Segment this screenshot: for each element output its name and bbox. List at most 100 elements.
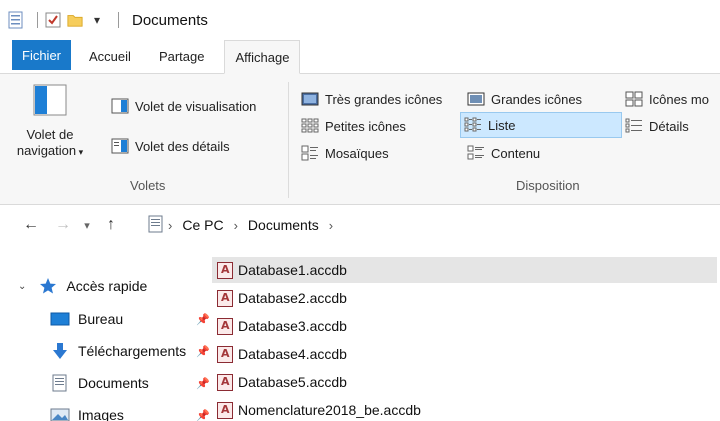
quick-access-label: Accès rapide	[66, 278, 148, 294]
file-name: Database4.accdb	[238, 346, 347, 362]
images-label: Images	[78, 407, 124, 421]
navigation-pane-button[interactable]: Volet de navigation ▾	[10, 84, 90, 169]
details-pane-icon	[111, 138, 129, 154]
download-icon	[50, 342, 70, 360]
title-bar: ▾ Documents	[0, 0, 720, 40]
documents-icon	[50, 374, 70, 392]
dropdown-arrow-icon: ▾	[76, 147, 84, 157]
tiles-label: Mosaïques	[325, 145, 389, 161]
address-field[interactable]: › Ce PC › Documents ›	[142, 211, 720, 239]
ribbon-tabs: Fichier Accueil Partage Affichage	[0, 40, 720, 74]
nav-item-bureau[interactable]: Bureau	[50, 310, 123, 328]
documents-label: Documents	[78, 375, 149, 391]
large-icons-icon	[467, 91, 485, 107]
customize-quick-access-icon[interactable]: ▾	[89, 11, 105, 29]
star-icon	[38, 277, 58, 295]
list-option[interactable]: Liste	[460, 112, 622, 138]
content-label: Contenu	[491, 145, 541, 161]
large-icons-option[interactable]: Grandes icônes	[464, 87, 585, 111]
breadcrumb-ce-pc[interactable]: Ce PC	[182, 217, 223, 233]
nav-item-images[interactable]: Images	[50, 406, 124, 421]
medium-icons-label: Icônes mo	[649, 91, 709, 107]
tiles-option[interactable]: Mosaïques	[298, 141, 392, 165]
back-arrow-icon[interactable]: ←	[20, 214, 42, 236]
list-icon	[464, 117, 482, 133]
pin-icon[interactable]: 📌	[196, 313, 210, 326]
documents-location-icon	[148, 215, 164, 236]
desktop-icon	[50, 310, 70, 328]
tiles-icon	[301, 145, 319, 161]
group-separator	[288, 82, 289, 198]
access-file-icon	[216, 345, 234, 363]
checkbox-icon[interactable]	[45, 11, 61, 29]
pin-icon[interactable]: 📌	[196, 409, 210, 421]
preview-pane-icon	[111, 98, 129, 114]
file-item[interactable]: Database1.accdb	[212, 257, 717, 283]
file-list: Database1.accdb Database2.accdb Database…	[212, 245, 720, 421]
file-name: Database1.accdb	[238, 262, 347, 278]
tab-accueil[interactable]: Accueil	[79, 40, 141, 73]
images-icon	[50, 406, 70, 421]
details-label: Détails	[649, 118, 689, 134]
file-item[interactable]: Database2.accdb	[212, 285, 347, 311]
telechargements-label: Téléchargements	[78, 343, 187, 359]
access-file-icon	[216, 289, 234, 307]
nav-item-quick-access[interactable]: ⌄ Accès rapide	[18, 277, 147, 295]
navigation-pane: ⌄ Accès rapide Bureau 📌 Téléchargements …	[0, 245, 210, 421]
breadcrumb-chevron-icon[interactable]: ›	[168, 218, 172, 233]
new-folder-icon[interactable]	[67, 11, 83, 29]
pin-icon[interactable]: 📌	[196, 345, 210, 358]
access-file-icon	[216, 317, 234, 335]
file-name: Database5.accdb	[238, 374, 347, 390]
nav-pane-label-1: Volet de	[26, 127, 74, 142]
details-view-icon	[625, 118, 643, 134]
tab-fichier[interactable]: Fichier	[12, 40, 72, 70]
breadcrumb-chevron-icon[interactable]: ›	[329, 218, 333, 233]
separator	[37, 12, 38, 28]
group-label-disposition: Disposition	[516, 178, 580, 193]
up-arrow-icon[interactable]: ↑	[100, 214, 122, 236]
file-item[interactable]: Nomenclature2018_be.accdb	[212, 397, 421, 421]
preview-pane-button[interactable]: Volet de visualisation	[108, 94, 259, 118]
content-view-icon	[467, 145, 485, 161]
breadcrumb-documents[interactable]: Documents	[248, 217, 319, 233]
file-item[interactable]: Database3.accdb	[212, 313, 347, 339]
tab-affichage[interactable]: Affichage	[224, 40, 301, 74]
ribbon-panel: Volet de navigation ▾ Volet de visualisa…	[0, 74, 720, 205]
preview-pane-label: Volet de visualisation	[135, 98, 257, 114]
bureau-label: Bureau	[78, 311, 124, 327]
details-pane-label: Volet des détails	[135, 138, 230, 154]
file-name: Database2.accdb	[238, 290, 347, 306]
access-file-icon	[216, 373, 234, 391]
extra-large-icons-option[interactable]: Très grandes icônes	[298, 87, 445, 111]
details-option[interactable]: Détails	[622, 114, 692, 138]
properties-icon[interactable]	[8, 11, 24, 29]
group-label-volets: Volets	[130, 178, 166, 193]
nav-pane-label-2: navigation	[16, 143, 77, 158]
window-title: Documents	[132, 11, 208, 29]
breadcrumb-chevron-icon[interactable]: ›	[234, 218, 238, 233]
extra-large-icons-icon	[301, 91, 319, 107]
details-pane-button[interactable]: Volet des détails	[108, 134, 233, 158]
small-icons-option[interactable]: Petites icônes	[298, 114, 409, 138]
forward-arrow-icon[interactable]: →	[52, 214, 74, 236]
medium-icons-icon	[625, 91, 643, 107]
file-name: Nomenclature2018_be.accdb	[238, 402, 421, 418]
nav-item-documents[interactable]: Documents	[50, 374, 149, 392]
access-file-icon	[216, 401, 234, 419]
large-icons-label: Grandes icônes	[491, 91, 583, 107]
small-icons-label: Petites icônes	[325, 118, 406, 134]
recent-locations-chevron-icon[interactable]: ▾	[76, 214, 98, 236]
navigation-pane-icon	[33, 84, 67, 119]
medium-icons-option[interactable]: Icônes mo	[622, 87, 712, 111]
address-bar-row: ← → ▾ ↑ › Ce PC › Documents ›	[0, 205, 720, 245]
tab-partage[interactable]: Partage	[149, 40, 215, 73]
expand-chevron-icon[interactable]: ⌄	[18, 281, 26, 292]
file-item[interactable]: Database4.accdb	[212, 341, 347, 367]
pin-icon[interactable]: 📌	[196, 377, 210, 390]
access-file-icon	[216, 261, 234, 279]
content-option[interactable]: Contenu	[464, 141, 543, 165]
nav-item-telechargements[interactable]: Téléchargements	[50, 342, 186, 360]
extra-large-icons-label: Très grandes icônes	[325, 91, 443, 107]
file-item[interactable]: Database5.accdb	[212, 369, 347, 395]
